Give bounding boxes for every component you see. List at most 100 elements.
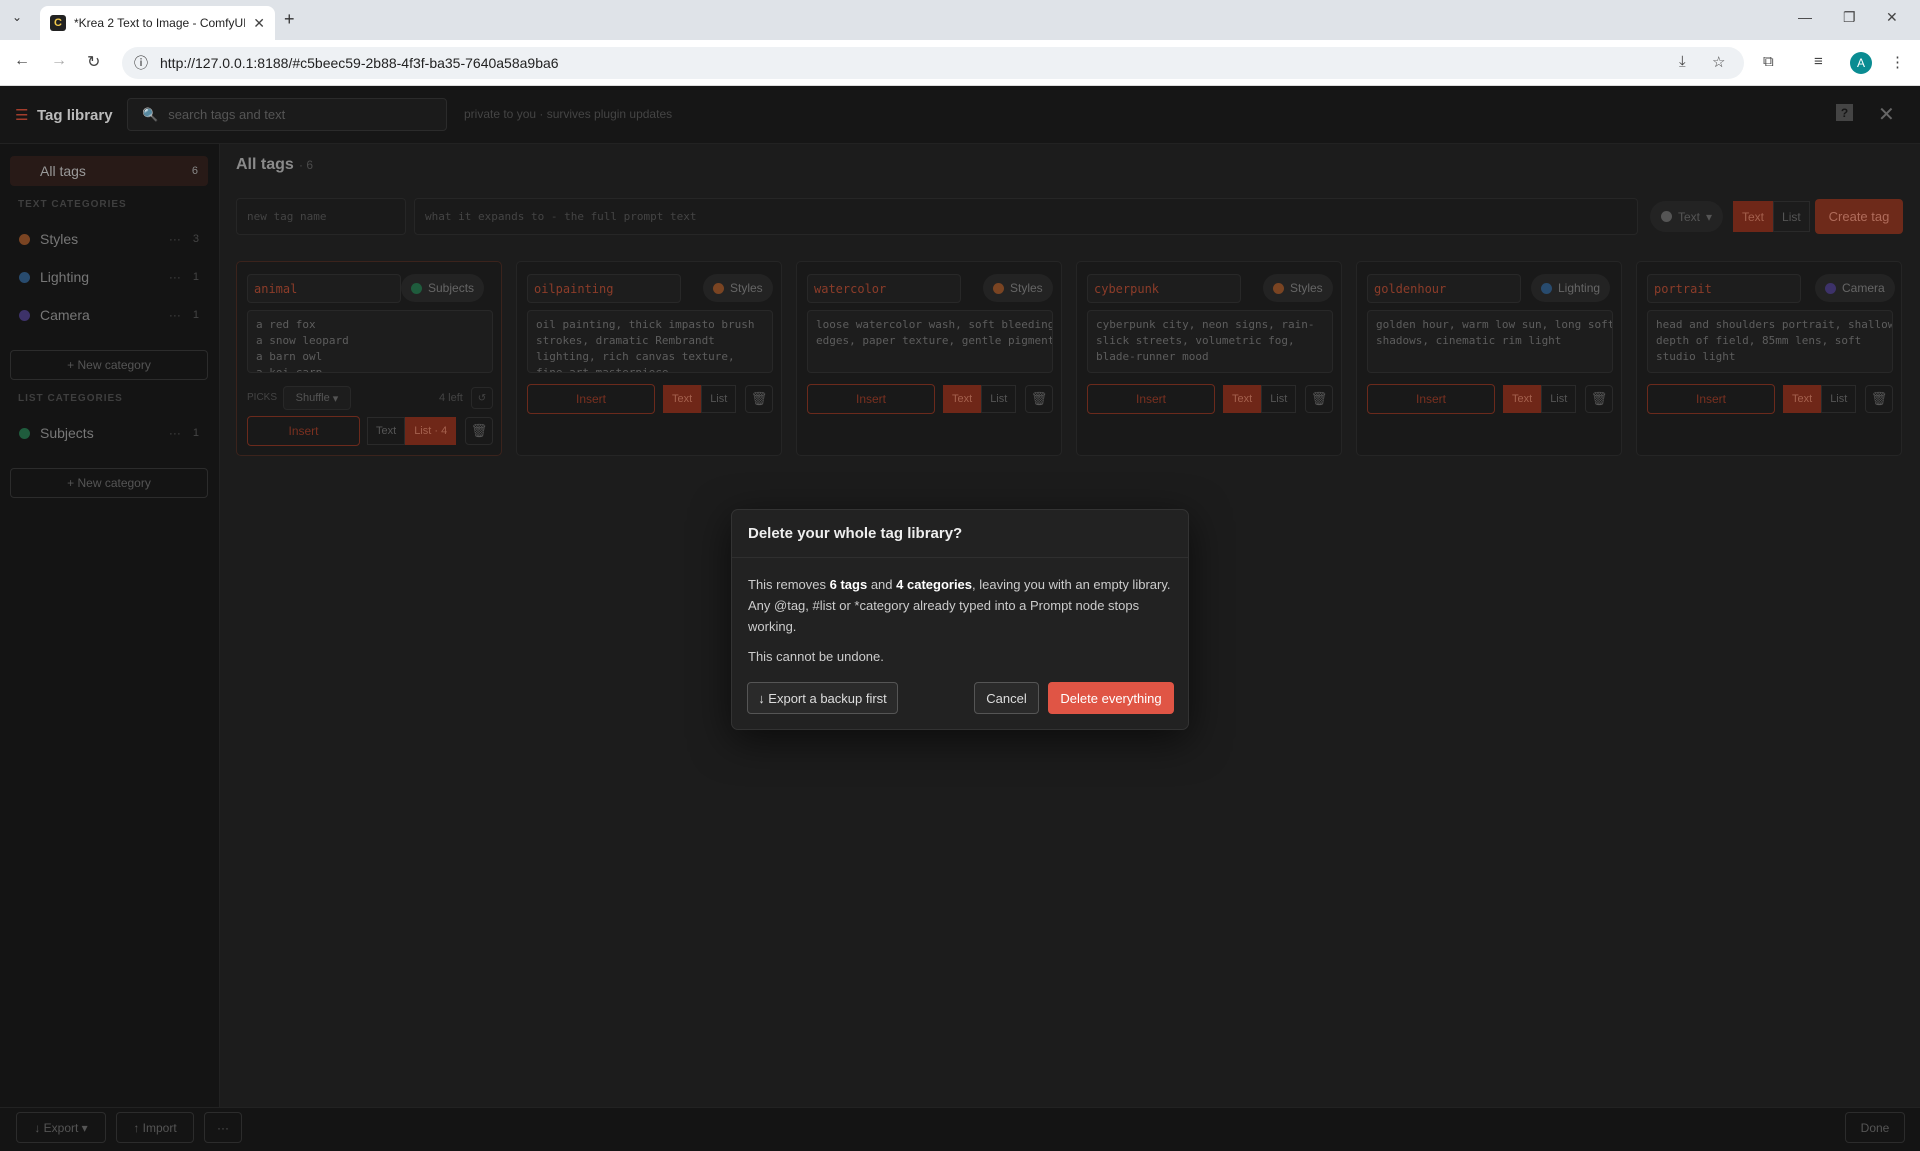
install-app-icon[interactable]: ⤓ [1679,53,1686,70]
forward-icon[interactable]: → [51,52,67,70]
sidebar-item-all-tags[interactable]: All tags 6 [10,156,208,186]
sidebar-item-camera[interactable]: Camera ··· 1 [19,305,199,325]
list-mode-button[interactable]: List [1261,385,1297,413]
delete-tag-icon[interactable]: 🗑 [1585,385,1613,413]
tag-name-input[interactable]: portrait [1647,274,1801,303]
reset-icon[interactable]: ↺ [471,387,493,409]
restore-icon[interactable]: ❐ [1843,9,1856,26]
category-chip[interactable]: Camera [1815,274,1895,302]
delete-tag-icon[interactable]: 🗑 [1025,385,1053,413]
list-mode-button[interactable]: List · 4 [405,417,457,445]
create-tag-button[interactable]: Create tag [1815,199,1903,234]
reload-icon[interactable]: ↻ [87,52,100,72]
new-text-category-button[interactable]: + New category [10,350,208,380]
tag-text-area[interactable]: golden hour, warm low sun, long soft shad… [1367,310,1613,373]
list-mode-button[interactable]: List [1541,385,1577,413]
tab-close-icon[interactable]: ✕ [253,15,265,32]
menu-icon[interactable]: ☰ [15,106,28,124]
close-icon[interactable]: ✕ [1878,102,1895,127]
export-backup-button[interactable]: ↓ Export a backup first [747,682,898,714]
category-chip[interactable]: Styles [983,274,1053,302]
sidebar-item-subjects[interactable]: Subjects ··· 1 [19,423,199,443]
tag-name-input[interactable]: watercolor [807,274,961,303]
text-mode-button[interactable]: Text [1503,385,1542,413]
mode-text-button[interactable]: Text [1733,201,1774,232]
browser-menu-icon[interactable]: ⋮ [1890,53,1905,71]
tab-search-icon[interactable]: ⌄ [12,10,22,24]
import-button[interactable]: ↑ Import [116,1112,194,1143]
category-dot [993,282,1004,294]
tag-text-area[interactable]: oil painting, thick impasto brush strokes… [527,310,773,373]
insert-button[interactable]: Insert [1367,384,1495,414]
list-mode-button[interactable]: List [1821,385,1857,413]
category-chip[interactable]: Lighting [1531,274,1611,302]
site-info-icon[interactable]: ⓘ [134,53,148,73]
picks-mode-select[interactable]: Shuffle ▾ [283,386,351,410]
new-tag-name-input[interactable]: new tag name [236,198,406,235]
app-header: ☰ Tag library 🔍 search tags and text pri… [0,86,1920,144]
profile-avatar[interactable]: A [1850,52,1872,74]
delete-tag-icon[interactable]: 🗑 [1305,385,1333,413]
more-button[interactable]: ··· [204,1112,242,1143]
done-button[interactable]: Done [1845,1112,1905,1143]
extensions-icon[interactable]: ⧉ [1763,53,1774,70]
tag-text-area[interactable]: head and shoulders portrait, shallow dept… [1647,310,1893,373]
new-tab-icon[interactable]: + [284,9,295,30]
tab-title: *Krea 2 Text to Image - ComfyUI [74,16,246,30]
tags-count: 6 tags [829,577,868,592]
text-mode-button[interactable]: Text [663,385,702,413]
list-mode-button[interactable]: List [701,385,737,413]
help-icon[interactable]: ? [1836,104,1853,121]
search-input[interactable]: 🔍 search tags and text [127,98,447,131]
insert-button[interactable]: Insert [1087,384,1215,414]
category-chip[interactable]: Subjects [401,274,485,302]
more-icon[interactable]: ··· [169,426,181,440]
cancel-button[interactable]: Cancel [974,682,1039,714]
text-mode-button[interactable]: Text [1783,385,1822,413]
tag-name-input[interactable]: cyberpunk [1087,274,1241,303]
text-mode-button[interactable]: Text [943,385,982,413]
text-mode-button[interactable]: Text [1223,385,1262,413]
mode-list-button[interactable]: List [1773,201,1810,232]
list-mode-button[interactable]: List [981,385,1017,413]
tag-name-input[interactable]: animal [247,274,401,303]
more-icon[interactable]: ··· [169,308,181,322]
tag-name-input[interactable]: oilpainting [527,274,681,303]
url-bar[interactable]: ⓘ http://127.0.0.1:8188/#c5beec59-2b88-4… [122,47,1744,79]
sidebar-item-lighting[interactable]: Lighting ··· 1 [19,267,199,287]
sidebar-item-styles[interactable]: Styles ··· 3 [19,229,199,249]
category-chip[interactable]: Styles [1263,274,1333,302]
bookmark-star-icon[interactable]: ☆ [1712,53,1725,71]
private-note: private to you · survives plugin updates [464,107,673,121]
browser-tab[interactable]: C *Krea 2 Text to Image - ComfyUI ✕ [40,6,275,40]
more-icon[interactable]: ··· [169,270,181,284]
delete-everything-button[interactable]: Delete everything [1048,682,1174,714]
tag-name-input[interactable]: goldenhour [1367,274,1521,303]
category-chip[interactable]: Styles [703,274,773,302]
insert-button[interactable]: Insert [1647,384,1775,414]
text-mode-button[interactable]: Text [367,417,406,445]
type-select[interactable]: Text ▾ [1650,201,1723,232]
tag-text-area[interactable]: loose watercolor wash, soft bleeding edge… [807,310,1053,373]
sidebar-item-label: Styles [40,231,79,247]
tag-card: goldenhour Lighting golden hour, warm low … [1356,261,1622,456]
delete-tag-icon[interactable]: 🗑 [465,417,493,445]
delete-tag-icon[interactable]: 🗑 [1865,385,1893,413]
back-icon[interactable]: ← [14,52,30,70]
media-icon[interactable]: ≡ [1814,53,1823,70]
insert-button[interactable]: Insert [247,416,360,446]
insert-button[interactable]: Insert [807,384,935,414]
insert-button[interactable]: Insert [527,384,655,414]
expand-text-input[interactable]: what it expands to - the full prompt tex… [414,198,1638,235]
tag-text-area[interactable]: a red fox a snow leopard a barn owl a koi c… [247,310,493,373]
delete-tag-icon[interactable]: 🗑 [745,385,773,413]
minimize-icon[interactable]: — [1798,9,1812,25]
search-icon: 🔍 [142,106,159,122]
tag-text-area[interactable]: cyberpunk city, neon signs, rain-slick s… [1087,310,1333,373]
export-button[interactable]: ↓ Export ▾ [16,1112,106,1143]
category-label: Styles [1290,281,1323,295]
window-close-icon[interactable]: ✕ [1886,9,1898,26]
category-dot [713,282,724,294]
more-icon[interactable]: ··· [169,232,181,246]
new-list-category-button[interactable]: + New category [10,468,208,498]
